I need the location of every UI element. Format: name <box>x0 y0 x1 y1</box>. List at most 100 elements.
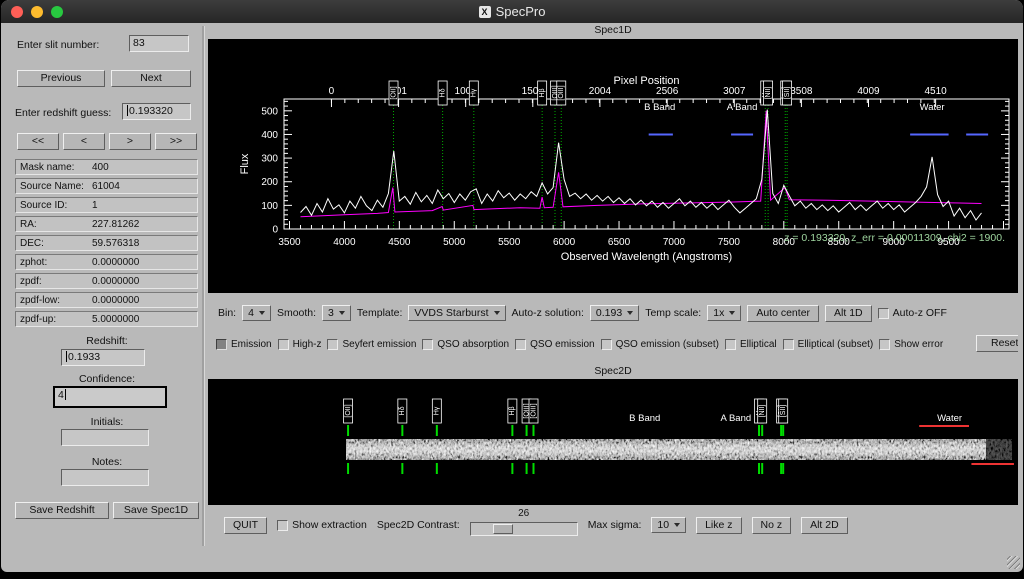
autoz-off-toggle[interactable]: Auto-z OFF <box>877 307 947 319</box>
autoz-solution-droplist[interactable]: 0.193 <box>589 305 640 321</box>
confidence-input[interactable]: 4 <box>53 386 167 408</box>
rewind-button[interactable]: << <box>17 133 59 150</box>
show-extraction-toggle[interactable]: Show extraction <box>277 519 367 531</box>
svg-text:Hγ: Hγ <box>434 406 441 415</box>
close-button[interactable] <box>11 5 23 18</box>
spec2d-plot[interactable]: [OII]HδHγHβ[OIII][OIII]Hα[NII][SII][SII]… <box>208 379 1018 505</box>
toggle-high-z[interactable]: High-z <box>277 338 321 350</box>
smooth-value: 3 <box>328 307 334 319</box>
autoz-solution-value: 0.193 <box>595 307 623 319</box>
slit-number-input[interactable]: 83 <box>129 35 189 52</box>
svg-text:0: 0 <box>272 225 278 236</box>
checkbox-icon <box>600 338 612 350</box>
checkbox-icon <box>782 338 794 350</box>
smooth-droplist[interactable]: 3 <box>322 305 351 321</box>
alt-2d-button[interactable]: Alt 2D <box>801 516 848 534</box>
chevron-down-icon <box>338 311 345 315</box>
checkbox-icon <box>724 338 736 350</box>
back-button[interactable]: < <box>63 133 105 150</box>
info-row-mask-name: Mask name: 400 <box>15 159 198 175</box>
toggle-qso-emission[interactable]: QSO emission <box>515 338 595 350</box>
window-title: SpecPro <box>495 4 546 19</box>
svg-text:2004: 2004 <box>589 86 612 97</box>
toggle-qso-emission-subset[interactable]: QSO emission (subset) <box>600 338 719 350</box>
initials-input[interactable] <box>61 429 149 446</box>
panel-divider <box>202 26 205 546</box>
svg-text:[NII]: [NII] <box>759 405 766 418</box>
svg-text:[NII]: [NII] <box>765 87 772 100</box>
fast-forward-button[interactable]: >> <box>155 133 197 150</box>
autoz-off-label: Auto-z OFF <box>892 307 947 319</box>
contrast-slider-track[interactable] <box>469 522 578 536</box>
spec1d-canvas[interactable]: B Band A Band Water 0 100 200 300 400 500 3500 400… <box>208 39 1018 293</box>
svg-text:Hδ: Hδ <box>399 406 406 415</box>
info-row-zpdf: zpdf: 0.0000000 <box>15 273 198 289</box>
contrast-slider[interactable]: 26 <box>469 508 578 540</box>
zoom-button[interactable] <box>51 5 63 18</box>
toggle-seyfert-emission[interactable]: Seyfert emission <box>327 338 416 350</box>
reset-zoom-button[interactable]: Reset zoom <box>976 335 1018 352</box>
bin-droplist[interactable]: 4 <box>242 305 271 321</box>
resize-grip[interactable] <box>1007 556 1020 569</box>
spec2d-canvas[interactable]: [OII]HδHγHβ[OIII][OIII]Hα[NII][SII][SII]… <box>208 379 1018 505</box>
alt-1d-button[interactable]: Alt 1D <box>825 304 872 322</box>
svg-text:100: 100 <box>261 201 278 212</box>
no-z-button[interactable]: No z <box>751 516 792 534</box>
minimize-button[interactable] <box>31 5 43 18</box>
checkbox-icon <box>327 338 339 350</box>
spec1d-plot[interactable]: B Band A Band Water 0 100 200 300 400 500 3500 400… <box>208 39 1018 293</box>
template-droplist[interactable]: VVDS Starburst <box>408 305 506 321</box>
like-z-button[interactable]: Like z <box>696 516 742 534</box>
previous-button[interactable]: Previous <box>17 70 105 87</box>
next-button[interactable]: Next <box>111 70 191 87</box>
svg-text:Hδ: Hδ <box>439 88 446 97</box>
checkbox-icon <box>515 338 527 350</box>
redshift-guess-input[interactable]: 0.193320 <box>122 103 191 120</box>
band-label: B Band <box>629 413 660 424</box>
checkbox-icon <box>277 519 289 531</box>
svg-text:[OIII]: [OIII] <box>530 403 537 418</box>
svg-text:4009: 4009 <box>857 86 880 97</box>
auto-center-button[interactable]: Auto center <box>747 304 820 322</box>
toggle-show-error[interactable]: Show error <box>879 338 943 350</box>
chevron-down-icon <box>258 311 265 315</box>
info-row-zpdf-up: zpdf-up: 5.0000000 <box>15 311 198 327</box>
toggle-emission[interactable]: Emission <box>216 338 272 350</box>
svg-text:Hβ: Hβ <box>509 406 516 415</box>
temp-scale-droplist[interactable]: 1x <box>707 305 742 321</box>
toggle-qso-absorption[interactable]: QSO absorption <box>422 338 509 350</box>
toggle-elliptical-subset[interactable]: Elliptical (subset) <box>782 338 873 350</box>
spec1d-title: Spec1D <box>594 24 632 36</box>
notes-input[interactable] <box>61 469 149 486</box>
spec2d-strip-tail <box>986 439 1012 460</box>
toggle-elliptical[interactable]: Elliptical <box>724 338 777 350</box>
initials-label: Initials: <box>90 416 124 428</box>
contrast-slider-thumb[interactable] <box>493 524 514 534</box>
title-area: X SpecPro <box>1 0 1023 23</box>
chevron-down-icon <box>674 523 681 527</box>
info-row-zphot: zphot: 0.0000000 <box>15 254 198 270</box>
chevron-down-icon <box>729 311 736 315</box>
main-area: Spec1D B Band A Band Water 0 100 200 300 400 500… <box>207 24 1019 570</box>
svg-text:[OIII]: [OIII] <box>558 85 565 100</box>
svg-text:7000: 7000 <box>663 237 686 248</box>
notes-label: Notes: <box>91 456 123 468</box>
svg-text:3500: 3500 <box>278 237 301 248</box>
save-redshift-button[interactable]: Save Redshift <box>15 502 109 519</box>
traffic-lights <box>1 5 71 18</box>
redshift-input[interactable]: 0.1933 <box>61 349 145 366</box>
template-value: VVDS Starburst <box>414 307 489 319</box>
max-sigma-droplist[interactable]: 10 <box>651 517 687 533</box>
x-axis-title: Observed Wavelength (Angstroms) <box>561 251 732 263</box>
window-body: Enter slit number: 83 Previous Next Ente… <box>1 23 1023 572</box>
quit-button[interactable]: QUIT <box>224 516 268 534</box>
svg-text:3007: 3007 <box>723 86 746 97</box>
titlebar[interactable]: X SpecPro <box>1 0 1023 23</box>
band-label: Water <box>920 102 945 113</box>
save-spec1d-button[interactable]: Save Spec1D <box>113 502 199 519</box>
svg-text:300: 300 <box>261 154 278 165</box>
forward-button[interactable]: > <box>109 133 151 150</box>
svg-text:5500: 5500 <box>498 237 521 248</box>
checkbox-icon <box>277 338 289 350</box>
redshift-guess-value: 0.193320 <box>129 105 173 117</box>
